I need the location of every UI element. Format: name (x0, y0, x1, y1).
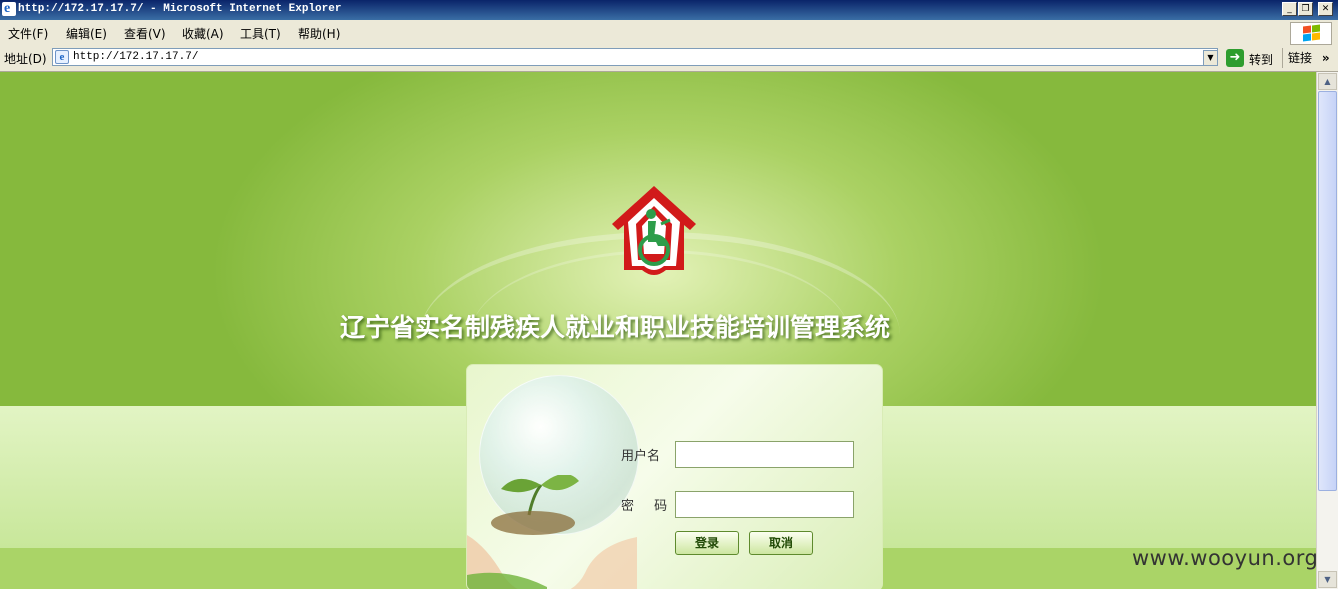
vertical-scrollbar[interactable]: ▲ ▼ (1316, 72, 1338, 589)
scroll-up-icon[interactable]: ▲ (1318, 73, 1337, 90)
disability-federation-logo (612, 186, 696, 275)
address-url[interactable]: http://172.17.17.7/ (73, 51, 198, 63)
restore-icon[interactable]: ❐ (1298, 2, 1313, 16)
cancel-button[interactable]: 取消 (749, 531, 813, 555)
links-label: 链接 (1288, 51, 1313, 65)
window-title: http://172.17.17.7/ - Microsoft Internet… (18, 3, 342, 15)
go-arrow-icon: ➜ (1226, 49, 1244, 67)
scroll-thumb[interactable] (1318, 91, 1337, 491)
password-label: 密 码 (621, 499, 676, 514)
close-icon[interactable]: ✕ (1318, 2, 1333, 16)
hands-sprout-image (467, 475, 637, 589)
address-bar: 地址(D) e http://172.17.17.7/ ▼ ➜ 转到 链接 » (0, 45, 1338, 72)
menu-help[interactable]: 帮助(H) (298, 25, 340, 42)
minimize-icon[interactable]: _ (1282, 2, 1297, 16)
links-button[interactable]: 链接 » (1288, 49, 1330, 66)
scroll-down-icon[interactable]: ▼ (1318, 571, 1337, 588)
go-label: 转到 (1249, 53, 1274, 67)
username-field[interactable] (675, 441, 854, 468)
system-title: 辽宁省实名制残疾人就业和职业技能培训管理系统 (340, 313, 891, 342)
toolbar-divider (1282, 48, 1283, 68)
windows-logo-icon (1290, 22, 1332, 45)
menu-bar: 文件(F) 编辑(E) 查看(V) 收藏(A) 工具(T) 帮助(H) (0, 20, 1338, 46)
address-label: 地址(D) (4, 52, 47, 66)
menu-tools[interactable]: 工具(T) (240, 25, 281, 42)
menu-file[interactable]: 文件(F) (8, 25, 48, 42)
title-bar: e http://172.17.17.7/ - Microsoft Intern… (0, 0, 1338, 20)
password-field[interactable] (675, 491, 854, 518)
menu-favorites[interactable]: 收藏(A) (182, 25, 224, 42)
chevron-right-icon: » (1321, 51, 1330, 65)
menu-view[interactable]: 查看(V) (124, 25, 166, 42)
go-button[interactable]: ➜ 转到 (1226, 49, 1278, 67)
username-label: 用户名 (621, 449, 661, 464)
watermark: www.wooyun.org (1132, 546, 1319, 570)
page-content: 辽宁省实名制残疾人就业和职业技能培训管理系统 用户名 密 码 登录 取消 (0, 72, 1316, 589)
menu-edit[interactable]: 编辑(E) (66, 25, 107, 42)
ie-icon: e (2, 1, 16, 16)
address-input[interactable]: e http://172.17.17.7/ (52, 48, 1218, 66)
page-icon: e (55, 50, 69, 64)
login-button[interactable]: 登录 (675, 531, 739, 555)
address-dropdown-icon[interactable]: ▼ (1203, 50, 1218, 66)
login-panel: 用户名 密 码 登录 取消 (466, 364, 883, 589)
